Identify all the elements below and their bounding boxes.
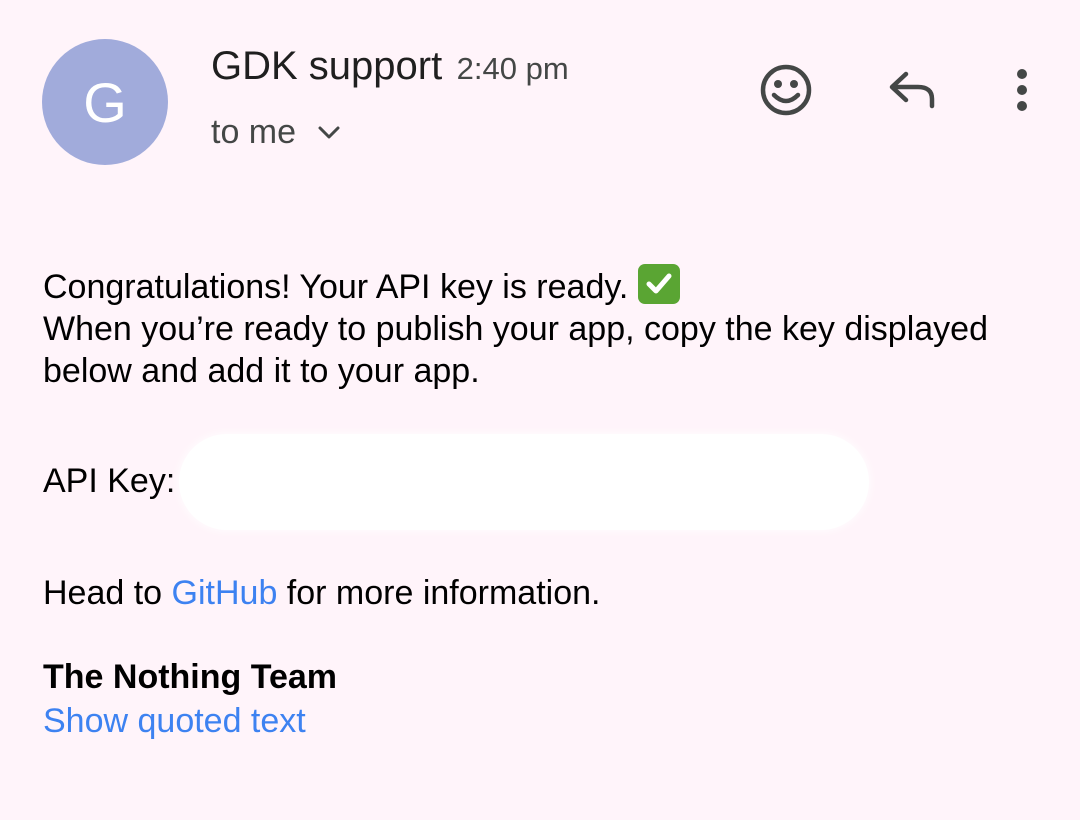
info-suffix: for more information.	[277, 574, 601, 612]
info-prefix: Head to	[43, 574, 172, 612]
redacted-api-key	[179, 434, 870, 530]
add-reaction-button[interactable]	[756, 62, 816, 122]
sent-time: 2:40 pm	[456, 51, 569, 86]
recipient-label: to me	[211, 113, 297, 151]
sender-name[interactable]: GDK support	[211, 44, 442, 88]
show-quoted-text-link[interactable]: Show quoted text	[43, 702, 306, 741]
sender-line: GDK support 2:40 pm	[211, 44, 569, 89]
message-line-2: When you’re ready to publish your app, c…	[43, 310, 988, 390]
api-key-label: API Key:	[43, 462, 176, 500]
recipient-details-toggle[interactable]: to me	[211, 113, 340, 152]
chevron-down-icon	[318, 126, 340, 140]
more-options-button[interactable]	[992, 62, 1052, 122]
signature: The Nothing Team	[43, 658, 338, 696]
smiley-icon	[758, 62, 814, 123]
reply-button[interactable]	[882, 62, 942, 122]
avatar-initial: G	[83, 70, 127, 134]
sender-avatar[interactable]: G	[42, 39, 168, 165]
reply-icon	[886, 68, 938, 117]
more-vert-icon	[1014, 66, 1030, 119]
github-link[interactable]: GitHub	[172, 574, 278, 612]
api-key-line: API Key:	[43, 434, 1043, 530]
message-line-1: Congratulations! Your API key is ready.	[43, 264, 1043, 308]
congrats-text: Congratulations! Your API key is ready.	[43, 268, 629, 306]
check-mark-icon	[638, 264, 681, 304]
info-line: Head to GitHub for more information.	[43, 572, 1043, 614]
message-body: Congratulations! Your API key is ready. …	[43, 264, 1043, 698]
